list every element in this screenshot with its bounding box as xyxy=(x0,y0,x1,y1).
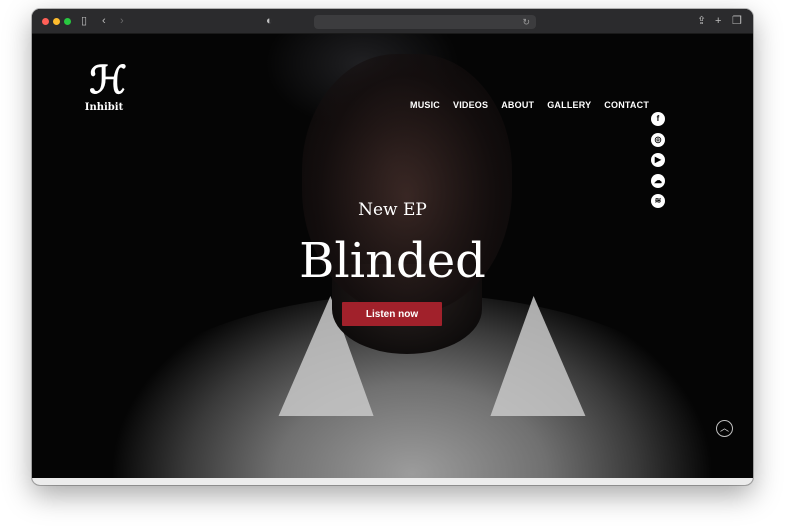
shield-icon[interactable]: ◐ xyxy=(266,15,273,28)
nav-music[interactable]: MUSIC xyxy=(410,100,440,110)
site-logo[interactable]: ℋ Inhibit xyxy=(79,60,129,120)
nav-gallery[interactable]: GALLERY xyxy=(547,100,591,110)
facebook-icon[interactable]: f xyxy=(651,112,665,126)
hero-collar-right xyxy=(473,296,586,416)
close-window-button[interactable] xyxy=(42,18,49,25)
instagram-icon[interactable]: ◎ xyxy=(651,132,665,147)
youtube-icon[interactable]: ▶ xyxy=(651,153,665,167)
reload-icon[interactable]: ↻ xyxy=(522,16,530,28)
soundcloud-icon[interactable]: ☁ xyxy=(651,173,665,188)
tabs-icon[interactable]: ❐ xyxy=(732,15,742,28)
logo-mark-icon: ℋ xyxy=(89,57,127,102)
main-nav: MUSIC VIDEOS ABOUT GALLERY CONTACT xyxy=(410,100,662,110)
hero-kicker: New EP xyxy=(358,200,427,220)
browser-window: ▯ ‹ › ◐ ↻ ⇪ + ❐ ℋ Inhibit MUSIC VIDEOS A… xyxy=(32,9,753,485)
zoom-window-button[interactable] xyxy=(64,18,71,25)
share-icon[interactable]: ⇪ xyxy=(697,15,706,28)
address-bar[interactable]: ↻ xyxy=(314,15,536,29)
nav-about[interactable]: ABOUT xyxy=(501,100,534,110)
new-tab-icon[interactable]: + xyxy=(715,15,721,28)
sidebar-icon[interactable]: ▯ xyxy=(81,15,87,28)
nav-contact[interactable]: CONTACT xyxy=(604,100,649,110)
scroll-to-top-icon[interactable]: ︿ xyxy=(716,420,733,437)
browser-toolbar: ▯ ‹ › ◐ ↻ ⇪ + ❐ xyxy=(32,9,753,34)
logo-wordmark: Inhibit xyxy=(84,102,124,113)
back-icon[interactable]: ‹ xyxy=(102,15,106,28)
page-bottom-strip xyxy=(32,478,753,485)
nav-videos[interactable]: VIDEOS xyxy=(453,100,488,110)
listen-now-button[interactable]: Listen now xyxy=(342,302,442,326)
hero-title: Blinded xyxy=(299,233,486,289)
hero-section: ℋ Inhibit MUSIC VIDEOS ABOUT GALLERY CON… xyxy=(32,34,753,478)
minimize-window-button[interactable] xyxy=(53,18,60,25)
forward-icon[interactable]: › xyxy=(120,15,124,28)
